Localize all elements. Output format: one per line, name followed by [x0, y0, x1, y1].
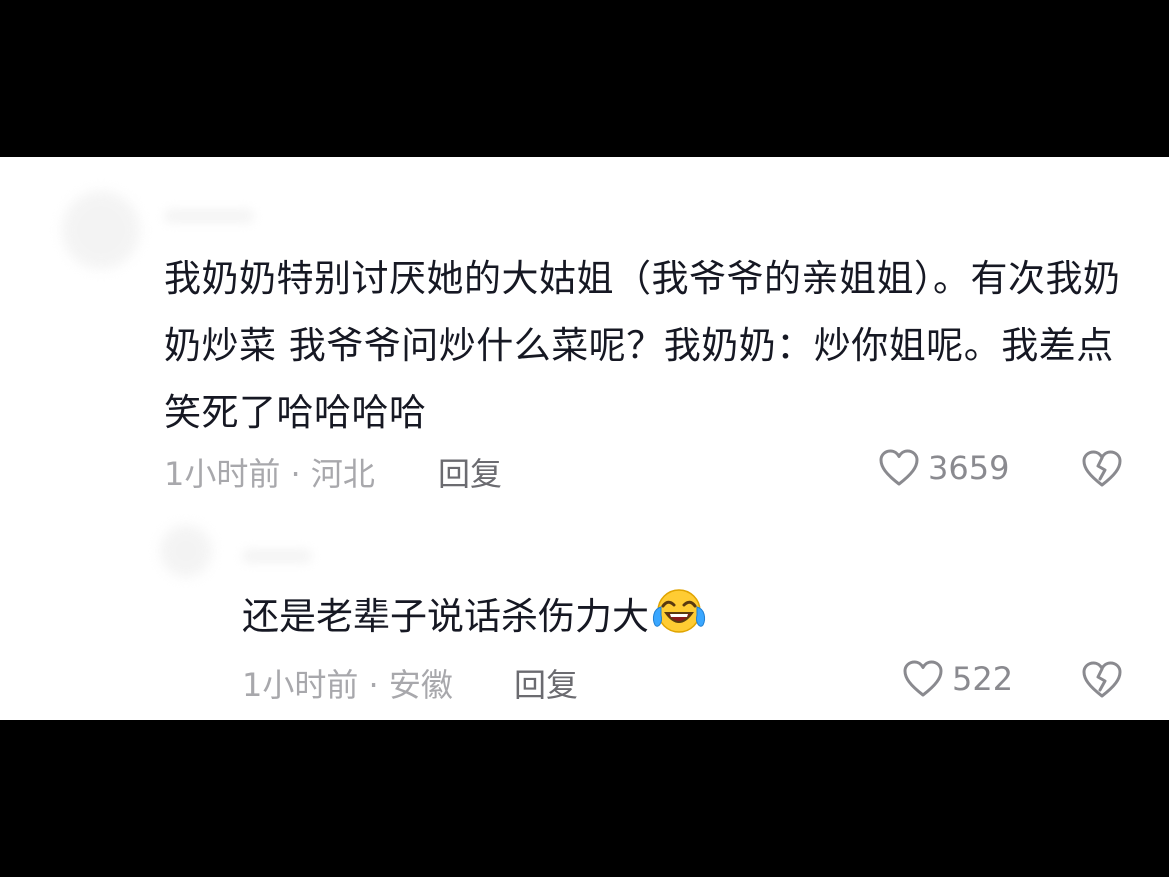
broken-heart-icon	[1082, 661, 1122, 698]
like-count: 3659	[928, 449, 1010, 487]
comment-section: 我奶奶特别讨厌她的大姑姐（我爷爷的亲姐姐）。有次我奶奶炒菜 我爷爷问炒什么菜呢？…	[0, 157, 1169, 720]
reply-text: 还是老辈子说话杀伤力大	[242, 595, 649, 638]
like-button[interactable]: 522	[902, 659, 1013, 699]
heart-icon	[879, 449, 919, 486]
video-frame: 我奶奶特别讨厌她的大姑姐（我爷爷的亲姐姐）。有次我奶奶炒菜 我爷爷问炒什么菜呢？…	[0, 0, 1169, 877]
heart-icon	[903, 660, 943, 697]
dislike-button[interactable]	[1081, 660, 1123, 704]
reply-time-location: 1小时前 · 安徽	[242, 666, 453, 704]
dislike-button[interactable]	[1081, 449, 1123, 493]
avatar[interactable]	[160, 525, 212, 577]
username-blurred[interactable]	[242, 549, 312, 563]
broken-heart-icon	[1082, 450, 1122, 487]
username-blurred[interactable]	[164, 209, 254, 223]
comment-time-location: 1小时前 · 河北	[164, 455, 375, 493]
comment-text: 我奶奶特别讨厌她的大姑姐（我爷爷的亲姐姐）。有次我奶奶炒菜 我爷爷问炒什么菜呢？…	[164, 257, 1121, 434]
reply-text-line: 还是老辈子说话杀伤力大	[242, 585, 707, 651]
reply-button[interactable]: 回复	[514, 660, 578, 706]
loudly-crying-laughing-face-icon	[651, 585, 707, 651]
like-button[interactable]: 3659	[878, 448, 1009, 488]
reply-button[interactable]: 回复	[438, 449, 502, 495]
avatar[interactable]	[62, 191, 140, 269]
like-count: 522	[952, 660, 1014, 698]
